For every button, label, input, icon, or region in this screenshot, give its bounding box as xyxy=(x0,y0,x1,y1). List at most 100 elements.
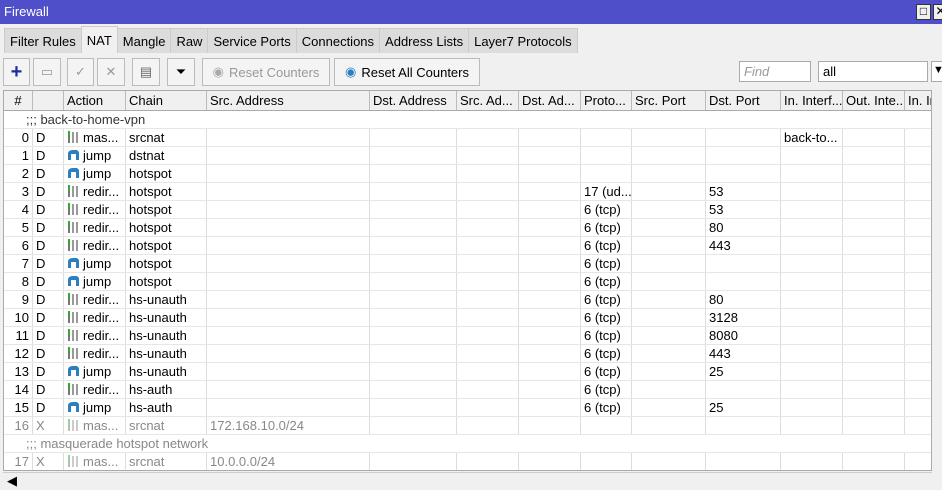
cell xyxy=(905,147,931,164)
column-header[interactable]: Dst. Address xyxy=(370,91,457,110)
tab-nat[interactable]: NAT xyxy=(80,26,118,53)
cell-proto: 6 (tcp) xyxy=(581,381,632,398)
cell-inif xyxy=(781,363,843,380)
disable-button[interactable]: ✕ xyxy=(97,58,125,86)
close-button[interactable]: ✕ xyxy=(933,4,942,20)
cell xyxy=(843,453,905,470)
table-row[interactable]: 1 Djump dstnat xyxy=(4,147,931,165)
vertical-scrollbar[interactable] xyxy=(932,90,942,471)
tab-address-lists[interactable]: Address Lists xyxy=(379,28,470,53)
cell xyxy=(632,309,706,326)
cell-chain: hs-unauth xyxy=(126,291,207,308)
column-header[interactable]: Chain xyxy=(126,91,207,110)
cell xyxy=(457,201,519,218)
table-row[interactable]: 0 Dmas... srcnat back-to... xyxy=(4,129,931,147)
table-row[interactable]: 16 Xmas... srcnat 172.168.10.0/24 xyxy=(4,417,931,435)
filter-button[interactable]: ⏷ xyxy=(167,58,195,86)
column-header[interactable]: # xyxy=(4,91,33,110)
table-row[interactable]: 7 Djump hotspot 6 (tcp) xyxy=(4,255,931,273)
action-label: jump xyxy=(83,274,112,289)
cell xyxy=(457,363,519,380)
column-header[interactable] xyxy=(33,91,64,110)
cell-num: 3 xyxy=(4,183,33,200)
tab-connections[interactable]: Connections xyxy=(295,28,381,53)
arrow-left-icon[interactable]: ◀ xyxy=(3,473,17,488)
column-header[interactable]: Out. Inte... xyxy=(843,91,905,110)
table-row[interactable]: 2 Djump hotspot xyxy=(4,165,931,183)
cell-num: 11 xyxy=(4,327,33,344)
column-header[interactable]: Dst. Port xyxy=(706,91,781,110)
table-row[interactable]: 5 Dredir... hotspot 6 (tcp) 80 xyxy=(4,219,931,237)
table-row[interactable]: 13 Djump hs-unauth 6 (tcp) 25 xyxy=(4,363,931,381)
table-row[interactable]: 4 Dredir... hotspot 6 (tcp) 53 xyxy=(4,201,931,219)
cell xyxy=(632,273,706,290)
find-input[interactable]: Find xyxy=(739,61,811,82)
column-header[interactable]: Src. Port xyxy=(632,91,706,110)
column-header[interactable]: Proto... xyxy=(581,91,632,110)
column-header[interactable]: Dst. Ad... xyxy=(519,91,581,110)
cell-src xyxy=(207,399,370,416)
cell xyxy=(843,237,905,254)
reset-all-counters-button[interactable]: ◉ Reset All Counters xyxy=(334,58,480,86)
column-header[interactable]: In. In xyxy=(905,91,931,110)
cell-inif xyxy=(781,345,843,362)
dropdown-arrow-icon[interactable]: ▼ xyxy=(931,61,942,82)
reset-counters-button[interactable]: ◉ Reset Counters xyxy=(202,58,330,86)
tab-raw[interactable]: Raw xyxy=(170,28,209,53)
cell-flag: D xyxy=(33,183,64,200)
table-row[interactable]: 9 Dredir... hs-unauth 6 (tcp) 80 xyxy=(4,291,931,309)
cell-flag: D xyxy=(33,327,64,344)
table-row[interactable]: 10 Dredir... hs-unauth 6 (tcp) 3128 xyxy=(4,309,931,327)
table-row[interactable]: 15 Djump hs-auth 6 (tcp) 25 xyxy=(4,399,931,417)
cell xyxy=(457,453,519,470)
check-icon: ✓ xyxy=(75,64,86,79)
cell-chain: hotspot xyxy=(126,273,207,290)
filter-select[interactable]: all xyxy=(818,61,928,82)
add-button[interactable]: + xyxy=(3,58,30,86)
cell-action: jump xyxy=(64,363,126,380)
maximize-button[interactable]: □ xyxy=(916,4,931,20)
tab-service-ports[interactable]: Service Ports xyxy=(207,28,297,53)
column-header[interactable]: In. Interf... xyxy=(781,91,843,110)
table-row[interactable]: 12 Dredir... hs-unauth 6 (tcp) 443 xyxy=(4,345,931,363)
table-row[interactable]: 17 Xmas... srcnat 10.0.0.0/24 xyxy=(4,453,931,470)
comment-button[interactable]: ▤ xyxy=(132,58,160,86)
cell xyxy=(457,309,519,326)
cell xyxy=(843,165,905,182)
cell xyxy=(457,273,519,290)
column-header[interactable]: Action xyxy=(64,91,126,110)
cell-num: 14 xyxy=(4,381,33,398)
tab-layer7-protocols[interactable]: Layer7 Protocols xyxy=(468,28,578,53)
enable-button[interactable]: ✓ xyxy=(67,58,94,86)
column-header[interactable]: Src. Address xyxy=(207,91,370,110)
comment-row[interactable]: ;;; masquerade hotspot network xyxy=(4,435,931,453)
cell-inif xyxy=(781,273,843,290)
cell xyxy=(905,129,931,146)
cell xyxy=(843,291,905,308)
cell xyxy=(370,201,457,218)
action-label: redir... xyxy=(83,346,120,361)
comment-row[interactable]: ;;; back-to-home-vpn xyxy=(4,111,931,129)
cell xyxy=(370,327,457,344)
remove-button[interactable]: ▭ xyxy=(33,58,61,86)
cell-inif xyxy=(781,255,843,272)
cell-proto: 6 (tcp) xyxy=(581,291,632,308)
table-row[interactable]: 6 Dredir... hotspot 6 (tcp) 443 xyxy=(4,237,931,255)
table-row[interactable]: 3 Dredir... hotspot 17 (ud... 53 xyxy=(4,183,931,201)
table-row[interactable]: 8 Djump hotspot 6 (tcp) xyxy=(4,273,931,291)
cell-action: jump xyxy=(64,147,126,164)
column-header[interactable]: Src. Ad... xyxy=(457,91,519,110)
cell xyxy=(519,237,581,254)
cell-chain: hotspot xyxy=(126,165,207,182)
cell-action: jump xyxy=(64,399,126,416)
cell-inif xyxy=(781,327,843,344)
table-row[interactable]: 11 Dredir... hs-unauth 6 (tcp) 8080 xyxy=(4,327,931,345)
cell-action: jump xyxy=(64,165,126,182)
table-row[interactable]: 14 Dredir... hs-auth 6 (tcp) xyxy=(4,381,931,399)
horizontal-scrollbar[interactable]: ◀ xyxy=(3,472,932,490)
action-label: redir... xyxy=(83,292,120,307)
tab-filter-rules[interactable]: Filter Rules xyxy=(4,28,82,53)
tab-mangle[interactable]: Mangle xyxy=(116,28,172,53)
cell xyxy=(843,399,905,416)
cell-num: 15 xyxy=(4,399,33,416)
